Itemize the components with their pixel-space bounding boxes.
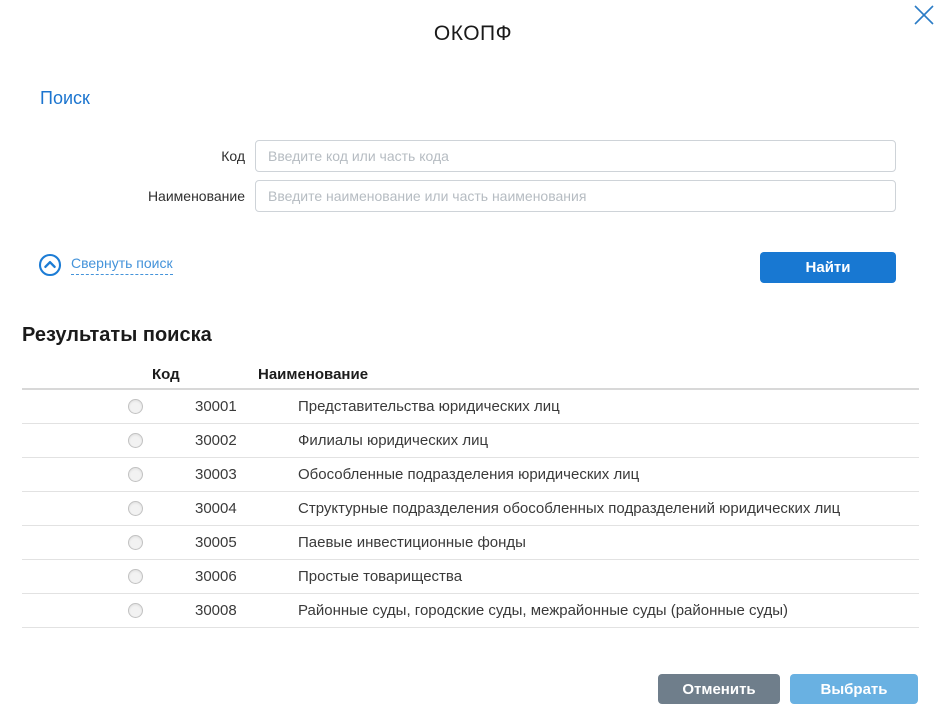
- chevron-up-circle-icon: [38, 253, 62, 277]
- row-radio[interactable]: [128, 501, 143, 516]
- row-name: Филиалы юридических лиц: [298, 424, 488, 458]
- name-field-label: Наименование: [0, 180, 245, 212]
- close-icon: [912, 15, 936, 30]
- table-row[interactable]: 30005 Паевые инвестиционные фонды: [22, 526, 919, 560]
- row-radio[interactable]: [128, 399, 143, 414]
- table-row[interactable]: 30002 Филиалы юридических лиц: [22, 424, 919, 458]
- row-code: 30008: [195, 594, 237, 628]
- row-code: 30003: [195, 458, 237, 492]
- row-code: 30004: [195, 492, 237, 526]
- row-radio[interactable]: [128, 467, 143, 482]
- column-header-code: Код: [152, 364, 180, 386]
- code-input[interactable]: [255, 140, 896, 172]
- row-radio[interactable]: [128, 603, 143, 618]
- cancel-button[interactable]: Отменить: [658, 674, 780, 704]
- row-code: 30006: [195, 560, 237, 594]
- row-radio[interactable]: [128, 535, 143, 550]
- page-title: ОКОПФ: [0, 22, 946, 46]
- results-table: Код Наименование 30001 Представительства…: [22, 364, 919, 628]
- row-name: Структурные подразделения обособленных п…: [298, 492, 840, 526]
- close-button[interactable]: [911, 3, 937, 29]
- results-heading: Результаты поиска: [22, 324, 212, 347]
- row-radio[interactable]: [128, 433, 143, 448]
- row-name: Обособленные подразделения юридических л…: [298, 458, 639, 492]
- table-row[interactable]: 30003 Обособленные подразделения юридиче…: [22, 458, 919, 492]
- row-name: Паевые инвестиционные фонды: [298, 526, 526, 560]
- row-name: Представительства юридических лиц: [298, 390, 560, 424]
- row-radio[interactable]: [128, 569, 143, 584]
- column-header-name: Наименование: [258, 364, 368, 386]
- name-input[interactable]: [255, 180, 896, 212]
- row-name: Простые товарищества: [298, 560, 462, 594]
- table-row[interactable]: 30006 Простые товарищества: [22, 560, 919, 594]
- collapse-search-label: Свернуть поиск: [71, 255, 173, 275]
- select-button[interactable]: Выбрать: [790, 674, 918, 704]
- row-code: 30005: [195, 526, 237, 560]
- table-row[interactable]: 30004 Структурные подразделения обособле…: [22, 492, 919, 526]
- row-code: 30001: [195, 390, 237, 424]
- find-button[interactable]: Найти: [760, 252, 896, 283]
- collapse-search-link[interactable]: Свернуть поиск: [38, 253, 173, 277]
- code-field-label: Код: [0, 140, 245, 172]
- search-section-label: Поиск: [40, 88, 90, 109]
- table-row[interactable]: 30008 Районные суды, городские суды, меж…: [22, 594, 919, 628]
- row-name: Районные суды, городские суды, межрайонн…: [298, 594, 788, 628]
- table-header-row: Код Наименование: [22, 364, 919, 390]
- table-row[interactable]: 30001 Представительства юридических лиц: [22, 390, 919, 424]
- row-code: 30002: [195, 424, 237, 458]
- okopf-dialog: ОКОПФ Поиск Код Наименование Свернуть по…: [0, 0, 946, 720]
